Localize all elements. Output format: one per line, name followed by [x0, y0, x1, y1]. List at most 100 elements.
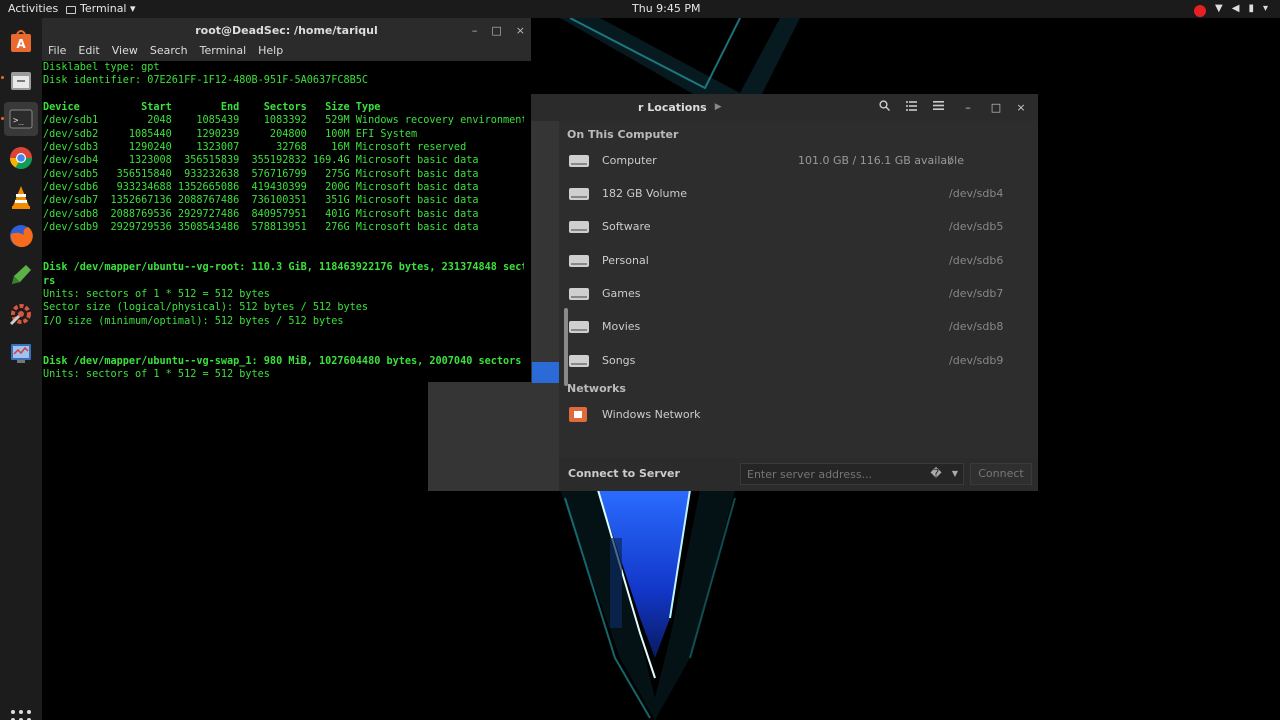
- menu-view[interactable]: View: [112, 43, 138, 61]
- location-row[interactable]: Songs /dev/sdb9: [567, 346, 1029, 376]
- connect-to-server-bar: Connect to Server � ▼ Connect: [559, 458, 1038, 491]
- section-on-this-computer: On This Computer: [567, 128, 679, 141]
- terminal-line: /dev/sdb2 1085440 1290239 204800 100M EF…: [43, 128, 418, 140]
- network-folder-icon: [569, 407, 589, 422]
- chrome-icon[interactable]: [4, 141, 38, 175]
- menu-file[interactable]: File: [48, 43, 66, 61]
- location-row[interactable]: 182 GB Volume /dev/sdb4: [567, 179, 1029, 209]
- maximize-icon[interactable]: □: [491, 18, 501, 43]
- location-device: /dev/sdb7: [949, 287, 1004, 300]
- location-label: Songs: [602, 354, 636, 367]
- close-icon[interactable]: ×: [516, 18, 525, 43]
- location-row[interactable]: Software /dev/sdb5: [567, 212, 1029, 242]
- location-device: /dev/sdb6: [949, 254, 1004, 267]
- menu-terminal[interactable]: Terminal: [200, 43, 247, 61]
- location-device: /: [949, 154, 953, 167]
- close-icon[interactable]: ×: [1011, 98, 1031, 117]
- system-menu-chevron-icon[interactable]: ▾: [1263, 0, 1268, 18]
- terminal-line: Units: sectors of 1 * 512 = 512 bytes: [43, 288, 270, 300]
- wifi-icon[interactable]: ▼: [1215, 0, 1223, 18]
- record-indicator-icon[interactable]: [1194, 4, 1207, 17]
- firefox-icon[interactable]: [4, 219, 38, 253]
- terminal-line: Device Start End Sectors Size Type: [43, 102, 381, 114]
- ubuntu-software-icon[interactable]: A: [4, 24, 38, 58]
- status-area[interactable]: ▼ ◀ ▮ ▾: [1194, 0, 1268, 18]
- system-monitor-icon[interactable]: [4, 336, 38, 370]
- dock: A >_: [0, 18, 42, 720]
- menu-search[interactable]: Search: [150, 43, 188, 61]
- server-help-icon[interactable]: �: [926, 463, 946, 485]
- location-label: Games: [602, 287, 641, 300]
- app-menu[interactable]: Terminal ▾: [66, 0, 136, 18]
- svg-text:A: A: [16, 37, 26, 51]
- menu-edit[interactable]: Edit: [78, 43, 99, 61]
- network-row[interactable]: Windows Network: [567, 400, 1029, 430]
- path-arrow-icon[interactable]: ▶: [715, 98, 722, 117]
- terminal-scrollbar[interactable]: [564, 308, 568, 386]
- location-label: Software: [602, 220, 651, 233]
- svg-text:>_: >_: [13, 116, 24, 126]
- location-device: /dev/sdb4: [949, 187, 1004, 200]
- clock[interactable]: Thu 9:45 PM: [632, 0, 700, 18]
- drive-icon: [569, 219, 589, 234]
- location-row[interactable]: Personal /dev/sdb6: [567, 246, 1029, 276]
- connect-to-server-label: Connect to Server: [568, 467, 680, 480]
- minimize-icon[interactable]: –: [472, 18, 478, 43]
- activities-button[interactable]: Activities: [8, 0, 58, 18]
- app-menu-label: Terminal ▾: [80, 2, 136, 15]
- files-icon[interactable]: [4, 63, 38, 97]
- location-usage: 101.0 GB / 116.1 GB available: [798, 154, 964, 167]
- server-history-dropdown-icon[interactable]: ▼: [945, 463, 965, 485]
- terminal-window: root@DeadSec: /home/tariqul – □ × File E…: [42, 18, 568, 386]
- terminal-output[interactable]: Disklabel type: gpt Disk identifier: 07E2…: [42, 61, 524, 382]
- hamburger-menu-icon[interactable]: [928, 98, 948, 117]
- connect-button[interactable]: Connect: [970, 463, 1032, 485]
- drive-icon: [569, 286, 589, 301]
- menu-help[interactable]: Help: [258, 43, 283, 61]
- location-device: /dev/sdb8: [949, 320, 1004, 333]
- drive-icon: [569, 253, 589, 268]
- terminal-line: Sector size (logical/physical): 512 byte…: [43, 302, 369, 314]
- terminal-line: Units: sectors of 1 * 512 = 512 bytes: [43, 368, 270, 380]
- drive-icon: [569, 186, 589, 201]
- vlc-icon[interactable]: [4, 180, 38, 214]
- terminal-line: /dev/sdb1 2048 1085439 1083392 529M Wind…: [43, 115, 524, 127]
- terminal-icon[interactable]: >_: [4, 102, 38, 136]
- volume-icon[interactable]: ◀: [1232, 0, 1240, 18]
- path-label: r Locations: [638, 101, 707, 114]
- maximize-icon[interactable]: □: [986, 98, 1006, 117]
- files-headerbar: r Locations ▶ – □ ×: [530, 94, 1038, 121]
- minimize-icon[interactable]: –: [958, 98, 978, 117]
- text-editor-icon[interactable]: [4, 258, 38, 292]
- location-row[interactable]: Computer 101.0 GB / 116.1 GB available /: [567, 146, 1029, 176]
- drive-icon: [569, 353, 589, 368]
- terminal-line: rs: [43, 275, 56, 287]
- terminal-line: /dev/sdb4 1323008 356515839 355192832 16…: [43, 155, 479, 167]
- path-bar[interactable]: r Locations ▶: [634, 98, 730, 117]
- terminal-titlebar[interactable]: root@DeadSec: /home/tariqul – □ ×: [42, 18, 531, 43]
- section-networks: Networks: [567, 382, 626, 395]
- view-toggle-icon[interactable]: [901, 98, 921, 117]
- terminal-line: I/O size (minimum/optimal): 512 bytes / …: [43, 315, 344, 327]
- terminal-line: Disk identifier: 07E261FF-1F12-480B-951F…: [43, 75, 369, 87]
- search-icon[interactable]: [874, 98, 894, 117]
- settings-icon[interactable]: [4, 297, 38, 331]
- location-row[interactable]: Games /dev/sdb7: [567, 279, 1029, 309]
- network-label: Windows Network: [602, 408, 701, 421]
- location-label: Movies: [602, 320, 641, 333]
- sidebar-selected-other-locations[interactable]: [532, 362, 559, 383]
- terminal-title: root@DeadSec: /home/tariqul: [195, 24, 378, 37]
- battery-icon[interactable]: ▮: [1248, 0, 1254, 18]
- location-device: /dev/sdb9: [949, 354, 1004, 367]
- terminal-menu-icon: [66, 5, 76, 14]
- show-applications-icon[interactable]: [11, 710, 31, 720]
- terminal-line: Disk /dev/mapper/ubuntu--vg-swap_1: 980 …: [43, 355, 522, 367]
- other-locations-view: On This Computer Computer 101.0 GB / 116…: [559, 121, 1038, 458]
- files-running-indicator: [1, 76, 4, 79]
- location-row[interactable]: Movies /dev/sdb8: [567, 312, 1029, 342]
- terminal-line: /dev/sdb3 1290240 1323007 32768 16M Micr…: [43, 142, 467, 154]
- location-label: Personal: [602, 254, 649, 267]
- drive-icon: [569, 319, 589, 334]
